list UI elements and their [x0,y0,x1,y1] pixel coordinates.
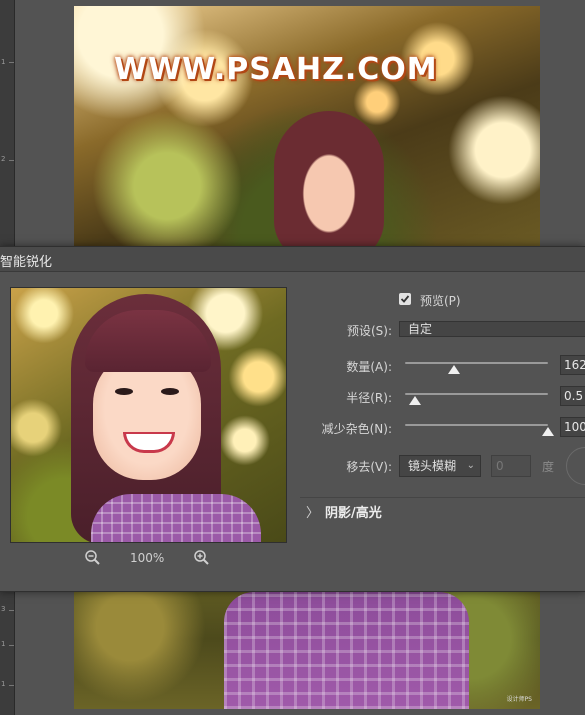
shadow-highlight-label: 阴影/高光 [325,506,382,521]
zoom-level: 100% [130,551,165,565]
dialog-titlebar[interactable]: 智能锐化 [0,247,585,272]
checkmark-icon [400,295,410,303]
section-divider [300,497,585,498]
ruler-tick-label: 1 [1,640,6,648]
reduce-noise-label: 减少杂色(N): [321,422,392,436]
amount-label: 数量(A): [346,360,392,374]
angle-dial-icon[interactable] [566,447,585,485]
preview-checkbox-label[interactable]: 预览(P) [420,292,461,309]
remove-value: 镜头模糊 [408,459,457,473]
ruler-tick-label: 3 [1,605,6,613]
radius-label: 半径(R): [346,391,392,405]
preview-eye [115,388,133,395]
photo-dress [224,592,469,709]
zoom-in-button[interactable] [193,549,211,567]
angle-field[interactable]: 0 [491,455,531,477]
remove-label: 移去(V): [346,460,392,474]
ruler-tick-label: 2 [1,155,6,163]
document-canvas-top[interactable]: WWW.PSAHZ.COM [74,6,540,246]
preview-eye [161,388,179,395]
radius-slider-thumb[interactable] [409,396,421,405]
chevron-right-icon: 〉 [306,506,320,521]
reduce-noise-slider-thumb[interactable] [542,427,554,436]
shadow-highlight-section-toggle[interactable]: 〉阴影/高光 [306,502,382,521]
angle-unit-label: 度 [542,460,555,474]
chevron-down-icon: ⌄ [466,460,475,471]
dialog-title: 智能锐化 [0,255,53,270]
corner-watermark: 设计师PS [506,696,532,703]
watermark-logo: WWW.PSAHZ.COM [114,52,438,87]
radius-value-field[interactable]: 0.5 [560,386,585,406]
photo-subject [274,111,384,246]
ruler-tick-label: 1 [1,680,6,688]
preview-image[interactable] [10,287,287,543]
amount-slider-thumb[interactable] [447,365,460,374]
zoom-controls: 100% [10,549,285,569]
reduce-noise-slider-track[interactable] [405,424,548,426]
document-canvas-bottom[interactable]: 设计师PS [74,592,540,709]
preset-select[interactable]: 自定 [399,321,585,337]
preview-shirt [91,494,261,542]
amount-slider-track[interactable] [405,362,548,364]
remove-select[interactable]: 镜头模糊 ⌄ [399,455,481,477]
zoom-out-icon [85,550,100,565]
smart-sharpen-dialog: 智能锐化 100% 预览(P) 预设(S): 自定 数量(A): 162 半径(… [0,246,585,592]
radius-slider-track[interactable] [405,393,548,395]
preset-value: 自定 [408,322,433,336]
preset-label: 预设(S): [346,324,392,338]
amount-value-field[interactable]: 162 [560,355,585,375]
zoom-out-button[interactable] [84,549,102,567]
zoom-in-icon [194,550,209,565]
preview-checkbox[interactable] [399,293,411,305]
ruler-tick-label: 1 [1,58,6,66]
reduce-noise-value-field[interactable]: 100 [560,417,585,437]
